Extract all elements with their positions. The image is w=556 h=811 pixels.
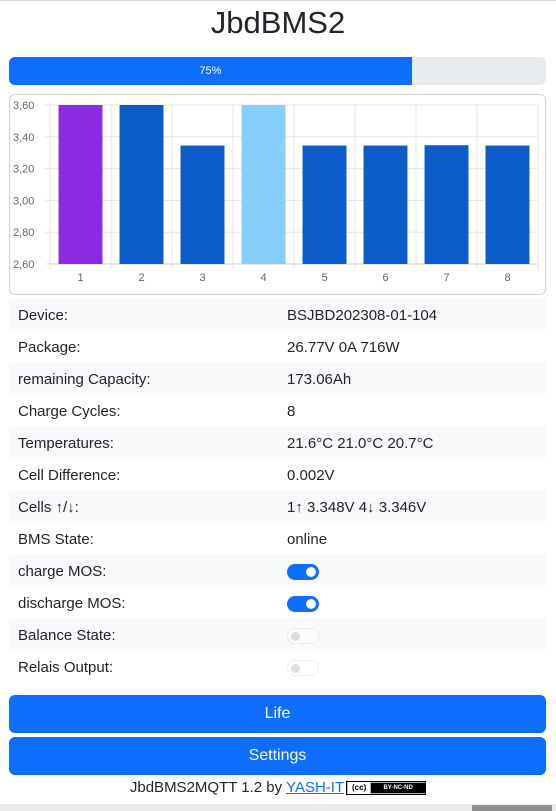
relais-output-toggle (287, 659, 319, 676)
cell-bar (119, 105, 164, 264)
bms-state-value: online (287, 530, 328, 548)
status-table: Device: BSJBD202308-01-104 Package: 26.7… (9, 299, 546, 683)
x-tick-label: 3 (199, 272, 205, 284)
y-tick-label: 3,20 (13, 164, 34, 176)
cells-up-down-value: 1↑ 3.348V 4↓ 3.346V (278, 491, 546, 523)
row-device: Device: BSJBD202308-01-104 (9, 299, 546, 331)
y-tick-label: 2,60 (13, 259, 34, 271)
discharge-mos-toggle[interactable] (287, 595, 319, 612)
row-remaining-capacity: remaining Capacity: 173.06Ah (9, 363, 546, 395)
cell-difference-label: Cell Difference: (18, 466, 121, 484)
cc-license-badge[interactable]: (cc) BY-NC-ND (346, 781, 427, 796)
row-charge-mos: charge MOS: (9, 555, 546, 587)
charge-cycles-value: 8 (287, 402, 296, 420)
x-tick-label: 5 (321, 272, 327, 284)
cell-bar (241, 105, 286, 264)
cc-license-terms: BY-NC-ND (371, 783, 426, 794)
cell-voltage-chart: 2,60 2,80 3,00 3,20 3,40 3,60 1 2 3 4 5 6 7 8 (9, 94, 546, 295)
device-label: Device: (9, 299, 278, 331)
row-bms-state: BMS State: online (9, 523, 546, 555)
cell-bar (180, 145, 225, 264)
discharge-mos-label: discharge MOS: (18, 594, 126, 612)
temperatures-value: 21.6°C 21.0°C 20.7°C (278, 427, 546, 459)
y-tick-label: 3,40 (13, 132, 34, 144)
cell-bar (58, 105, 103, 264)
bms-state-label: BMS State: (18, 530, 94, 548)
y-tick-label: 3,60 (13, 100, 34, 112)
balance-state-label: Balance State: (9, 619, 278, 651)
y-tick-label: 3,00 (13, 195, 34, 207)
remaining-capacity-label: remaining Capacity: (9, 363, 278, 395)
settings-button[interactable]: Settings (9, 737, 546, 775)
package-label: Package: (18, 338, 81, 356)
cell-bar (363, 145, 408, 264)
row-package: Package: 26.77V 0A 716W (9, 331, 546, 363)
life-button[interactable]: Life (9, 695, 546, 733)
chart-canvas: 2,60 2,80 3,00 3,20 3,40 3,60 1 2 3 4 5 6 7 8 (13, 100, 539, 284)
progress-label: 75% (199, 65, 222, 77)
row-relais-output: Relais Output: (9, 651, 546, 683)
x-tick-label: 4 (260, 272, 266, 284)
x-tick-label: 8 (504, 272, 510, 284)
footer: JbdBMS2MQTT 1.2 by YASH-IT (cc) BY-NC-ND (0, 779, 556, 796)
cell-difference-value: 0.002V (287, 466, 335, 484)
page-title: JbdBMS2 (210, 5, 346, 40)
balance-state-toggle (287, 627, 319, 644)
cells-up-down-label: Cells ↑/↓: (9, 491, 278, 523)
row-temperatures: Temperatures: 21.6°C 21.0°C 20.7°C (9, 427, 546, 459)
package-value: 26.77V 0A 716W (287, 338, 400, 356)
relais-output-label: Relais Output: (18, 658, 114, 676)
temperatures-label: Temperatures: (9, 427, 278, 459)
row-discharge-mos: discharge MOS: (9, 587, 546, 619)
y-tick-label: 2,80 (13, 227, 34, 239)
row-balance-state: Balance State: (9, 619, 546, 651)
remaining-capacity-value: 173.06Ah (278, 363, 546, 395)
row-cells-up-down: Cells ↑/↓: 1↑ 3.348V 4↓ 3.346V (9, 491, 546, 523)
cell-bar (302, 145, 347, 264)
x-tick-label: 6 (382, 272, 388, 284)
row-charge-cycles: Charge Cycles: 8 (9, 395, 546, 427)
progress-fill: 75% (9, 57, 412, 85)
charge-cycles-label: Charge Cycles: (18, 402, 121, 420)
cell-bar (485, 145, 530, 264)
scrollbar-thumb[interactable] (472, 805, 552, 811)
row-cell-difference: Cell Difference: 0.002V (9, 459, 546, 491)
x-tick-label: 2 (138, 272, 144, 284)
cell-bar (424, 145, 469, 264)
charge-mos-label: charge MOS: (9, 555, 278, 587)
x-tick-label: 7 (443, 272, 449, 284)
charge-mos-toggle[interactable] (287, 563, 319, 580)
soc-progress-bar: 75% (9, 57, 546, 85)
x-tick-label: 1 (77, 272, 83, 284)
cc-license-symbol: (cc) (348, 782, 371, 795)
device-value: BSJBD202308-01-104 (278, 299, 546, 331)
footer-text: JbdBMS2MQTT 1.2 by (129, 779, 287, 796)
yash-it-link[interactable]: YASH-IT (286, 779, 344, 796)
